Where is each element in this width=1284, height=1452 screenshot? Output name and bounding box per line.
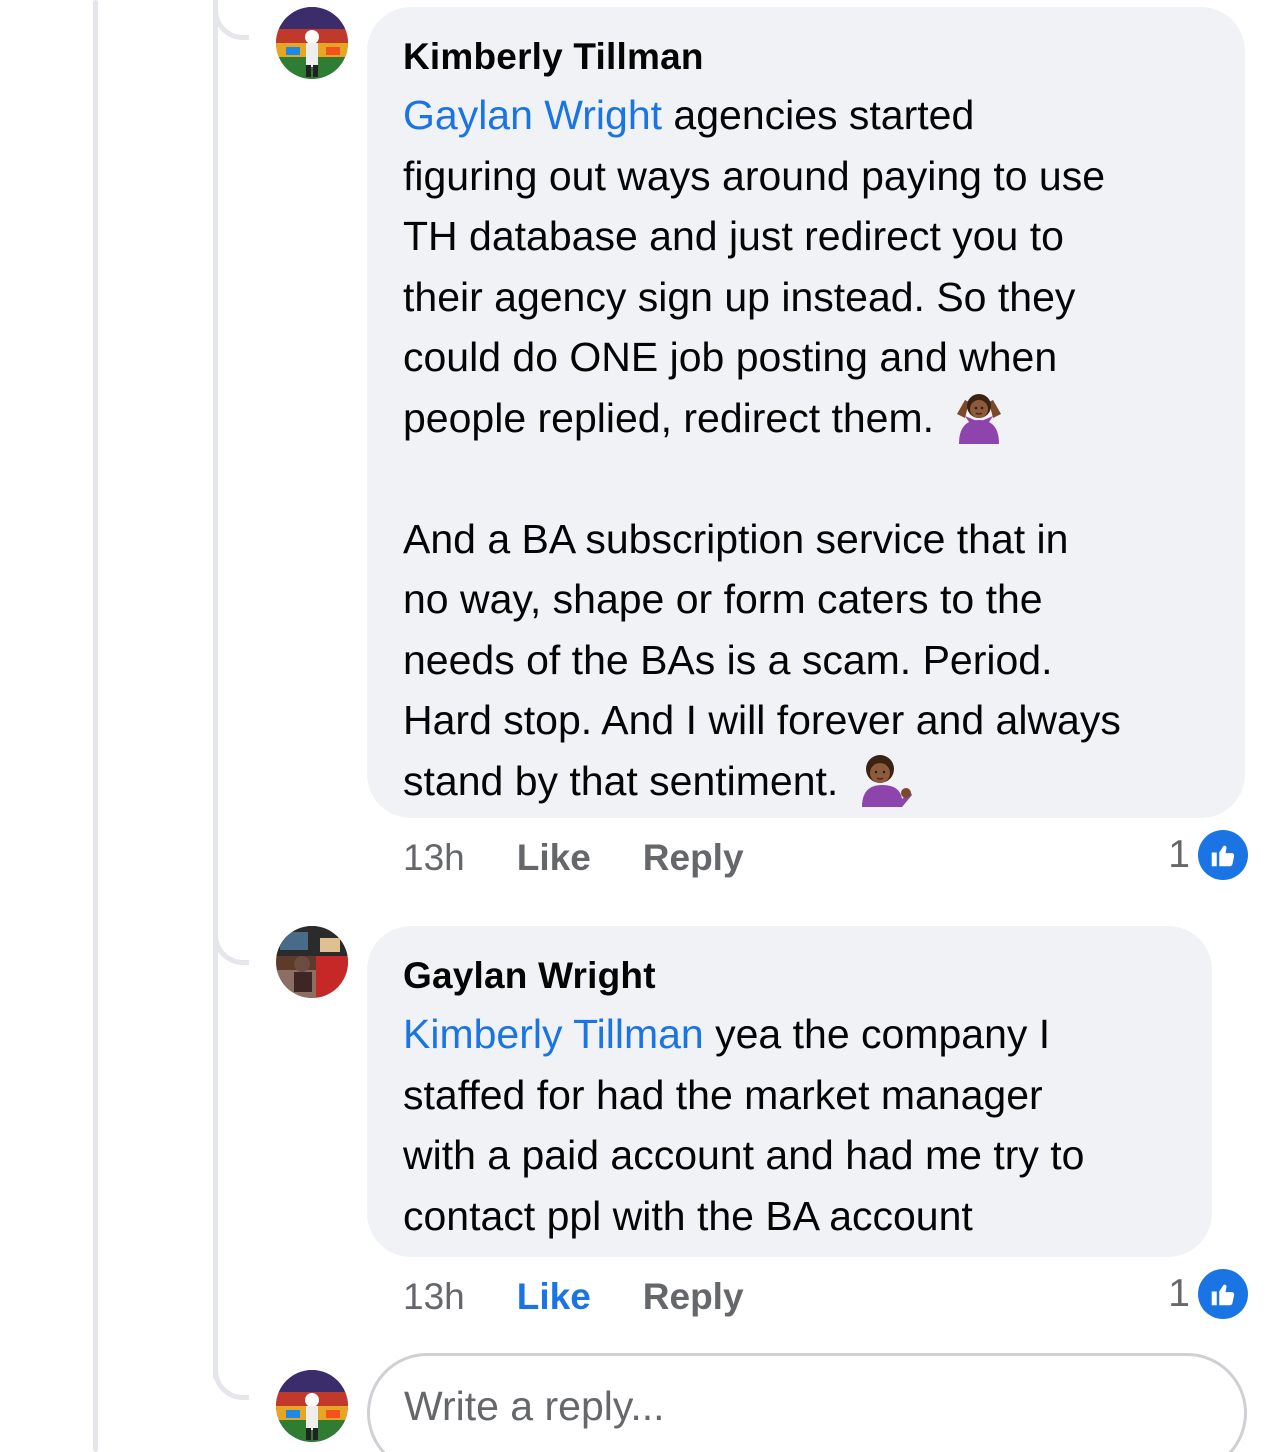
comment-author[interactable]: Kimberly Tillman bbox=[403, 35, 1209, 79]
comment-text: Gaylan Wright agencies started figuring … bbox=[403, 85, 1209, 811]
like-button[interactable]: Like bbox=[517, 1276, 591, 1318]
reply-button[interactable]: Reply bbox=[643, 1276, 744, 1318]
avatar[interactable] bbox=[276, 926, 348, 998]
reaction-count: 1 bbox=[1168, 833, 1190, 876]
thread-line-outer bbox=[93, 0, 98, 1452]
reply-button[interactable]: Reply bbox=[643, 837, 744, 879]
person-shrugging-emoji bbox=[951, 388, 1007, 444]
reply-input[interactable]: Write a reply... bbox=[367, 1353, 1247, 1452]
comment-timestamp[interactable]: 13h bbox=[403, 837, 465, 879]
avatar[interactable] bbox=[276, 7, 348, 79]
avatar-image bbox=[276, 926, 348, 998]
comment-text: Kimberly Tillman yea the company I staff… bbox=[403, 1004, 1176, 1246]
thread-connector bbox=[213, 0, 249, 40]
comment-actions: 13h Like Reply bbox=[403, 1272, 796, 1322]
avatar-image bbox=[276, 7, 348, 79]
person-tipping-hand-emoji bbox=[856, 751, 912, 807]
avatar-image bbox=[276, 1370, 348, 1442]
thumbs-up-icon bbox=[1198, 1269, 1248, 1319]
reaction-summary[interactable]: 1 bbox=[1168, 1269, 1248, 1319]
mention-link[interactable]: Gaylan Wright bbox=[403, 92, 662, 138]
thread-connector bbox=[213, 925, 249, 965]
current-user-avatar bbox=[276, 1370, 348, 1442]
comment-bubble: Gaylan Wright Kimberly Tillman yea the c… bbox=[367, 926, 1212, 1257]
thread-connector bbox=[213, 1360, 249, 1400]
reply-input-placeholder: Write a reply... bbox=[404, 1383, 665, 1429]
mention-link[interactable]: Kimberly Tillman bbox=[403, 1011, 704, 1057]
comment-timestamp[interactable]: 13h bbox=[403, 1276, 465, 1318]
comment-thread: Kimberly Tillman Gaylan Wright agencies … bbox=[0, 0, 1284, 1452]
reaction-summary[interactable]: 1 bbox=[1168, 830, 1248, 880]
reaction-count: 1 bbox=[1168, 1272, 1190, 1315]
thumbs-up-icon bbox=[1198, 830, 1248, 880]
comment-body-2: And a BA subscription service that in no… bbox=[403, 515, 1121, 804]
thread-line-inner bbox=[213, 0, 218, 1380]
comment-bubble: Kimberly Tillman Gaylan Wright agencies … bbox=[367, 7, 1245, 818]
comment-author[interactable]: Gaylan Wright bbox=[403, 954, 1176, 998]
comment-actions: 13h Like Reply bbox=[403, 833, 796, 883]
like-button[interactable]: Like bbox=[517, 837, 591, 879]
